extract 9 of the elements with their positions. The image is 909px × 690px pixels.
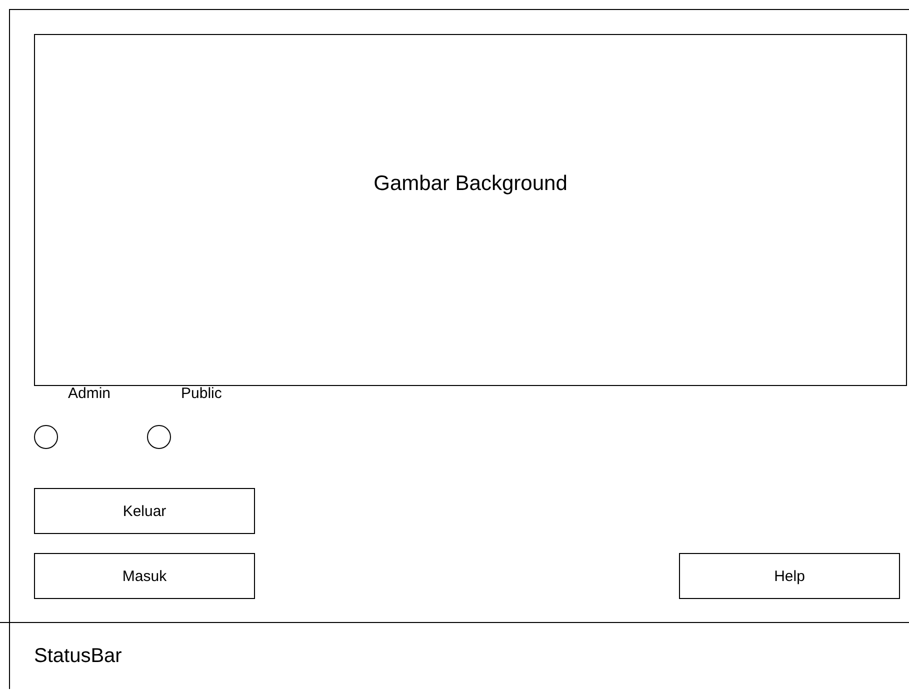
radio-label: Admin (68, 386, 111, 402)
status-bar-text: StatusBar (34, 644, 122, 668)
button[interactable]: Keluar (34, 488, 255, 534)
placeholder-label: Gambar Background (374, 172, 568, 196)
radio-label: Public (181, 386, 222, 402)
radio-button[interactable] (34, 425, 58, 449)
radio-button[interactable] (147, 425, 171, 449)
button[interactable]: Masuk (34, 553, 255, 599)
button[interactable]: Help (679, 553, 900, 599)
